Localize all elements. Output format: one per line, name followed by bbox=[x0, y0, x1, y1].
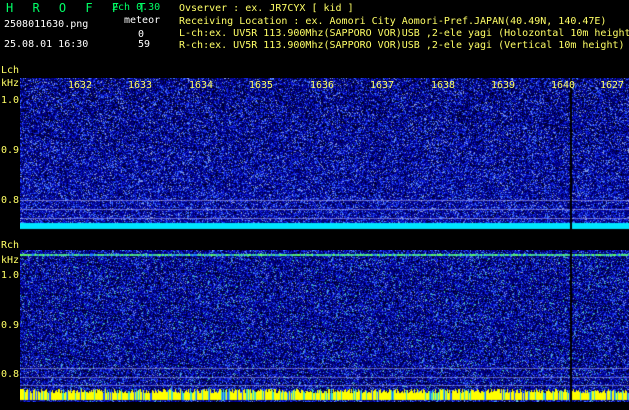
location-line: Receiving Location : ex. Aomori City Aom… bbox=[179, 16, 607, 27]
rch-spectrogram bbox=[20, 250, 629, 402]
time-tick: 1636 bbox=[310, 80, 335, 91]
observer-line: Ovserver : ex. JR7CYX [ kid ] bbox=[179, 3, 354, 14]
rch-ytick-1: 1.0 bbox=[1, 270, 20, 281]
time-tick: 1632 bbox=[68, 80, 93, 91]
rch-meteor-count: 59 bbox=[138, 39, 151, 50]
lch-description: L-ch:ex. UV5R 113.900Mhz(SAPPORO VOR)USB… bbox=[179, 28, 629, 39]
time-tick: 1637 bbox=[370, 80, 395, 91]
time-tick: 1627 bbox=[600, 80, 625, 91]
lch-unit: kHz bbox=[1, 78, 20, 89]
time-tick: 1638 bbox=[431, 80, 456, 91]
lch-label: Lch bbox=[1, 65, 20, 76]
time-tick: 1639 bbox=[491, 80, 516, 91]
lch-ytick-2: 0.9 bbox=[1, 145, 20, 156]
rch-description: R-ch:ex. UV5R 113.900Mhz(SAPPORO VOR)USB… bbox=[179, 40, 625, 51]
time-tick: 1640 bbox=[551, 80, 576, 91]
app-version: 2ch 0.30 bbox=[112, 2, 161, 13]
rch-ytick-3: 0.8 bbox=[1, 369, 20, 380]
rch-ytick-2: 0.9 bbox=[1, 320, 20, 331]
lch-ytick-1: 1.0 bbox=[1, 95, 20, 106]
filename-label: 2508011630.png bbox=[4, 19, 89, 30]
lch-ytick-3: 0.8 bbox=[1, 195, 20, 206]
rch-unit: kHz bbox=[1, 255, 20, 266]
time-tick: 1634 bbox=[189, 80, 214, 91]
lch-spectrogram bbox=[20, 78, 629, 232]
time-tick: 1635 bbox=[249, 80, 274, 91]
meteor-label: meteor bbox=[124, 15, 161, 26]
rch-label: Rch bbox=[1, 240, 20, 251]
datetime-label: 25.08.01 16:30 bbox=[4, 39, 89, 50]
time-tick: 1633 bbox=[128, 80, 153, 91]
